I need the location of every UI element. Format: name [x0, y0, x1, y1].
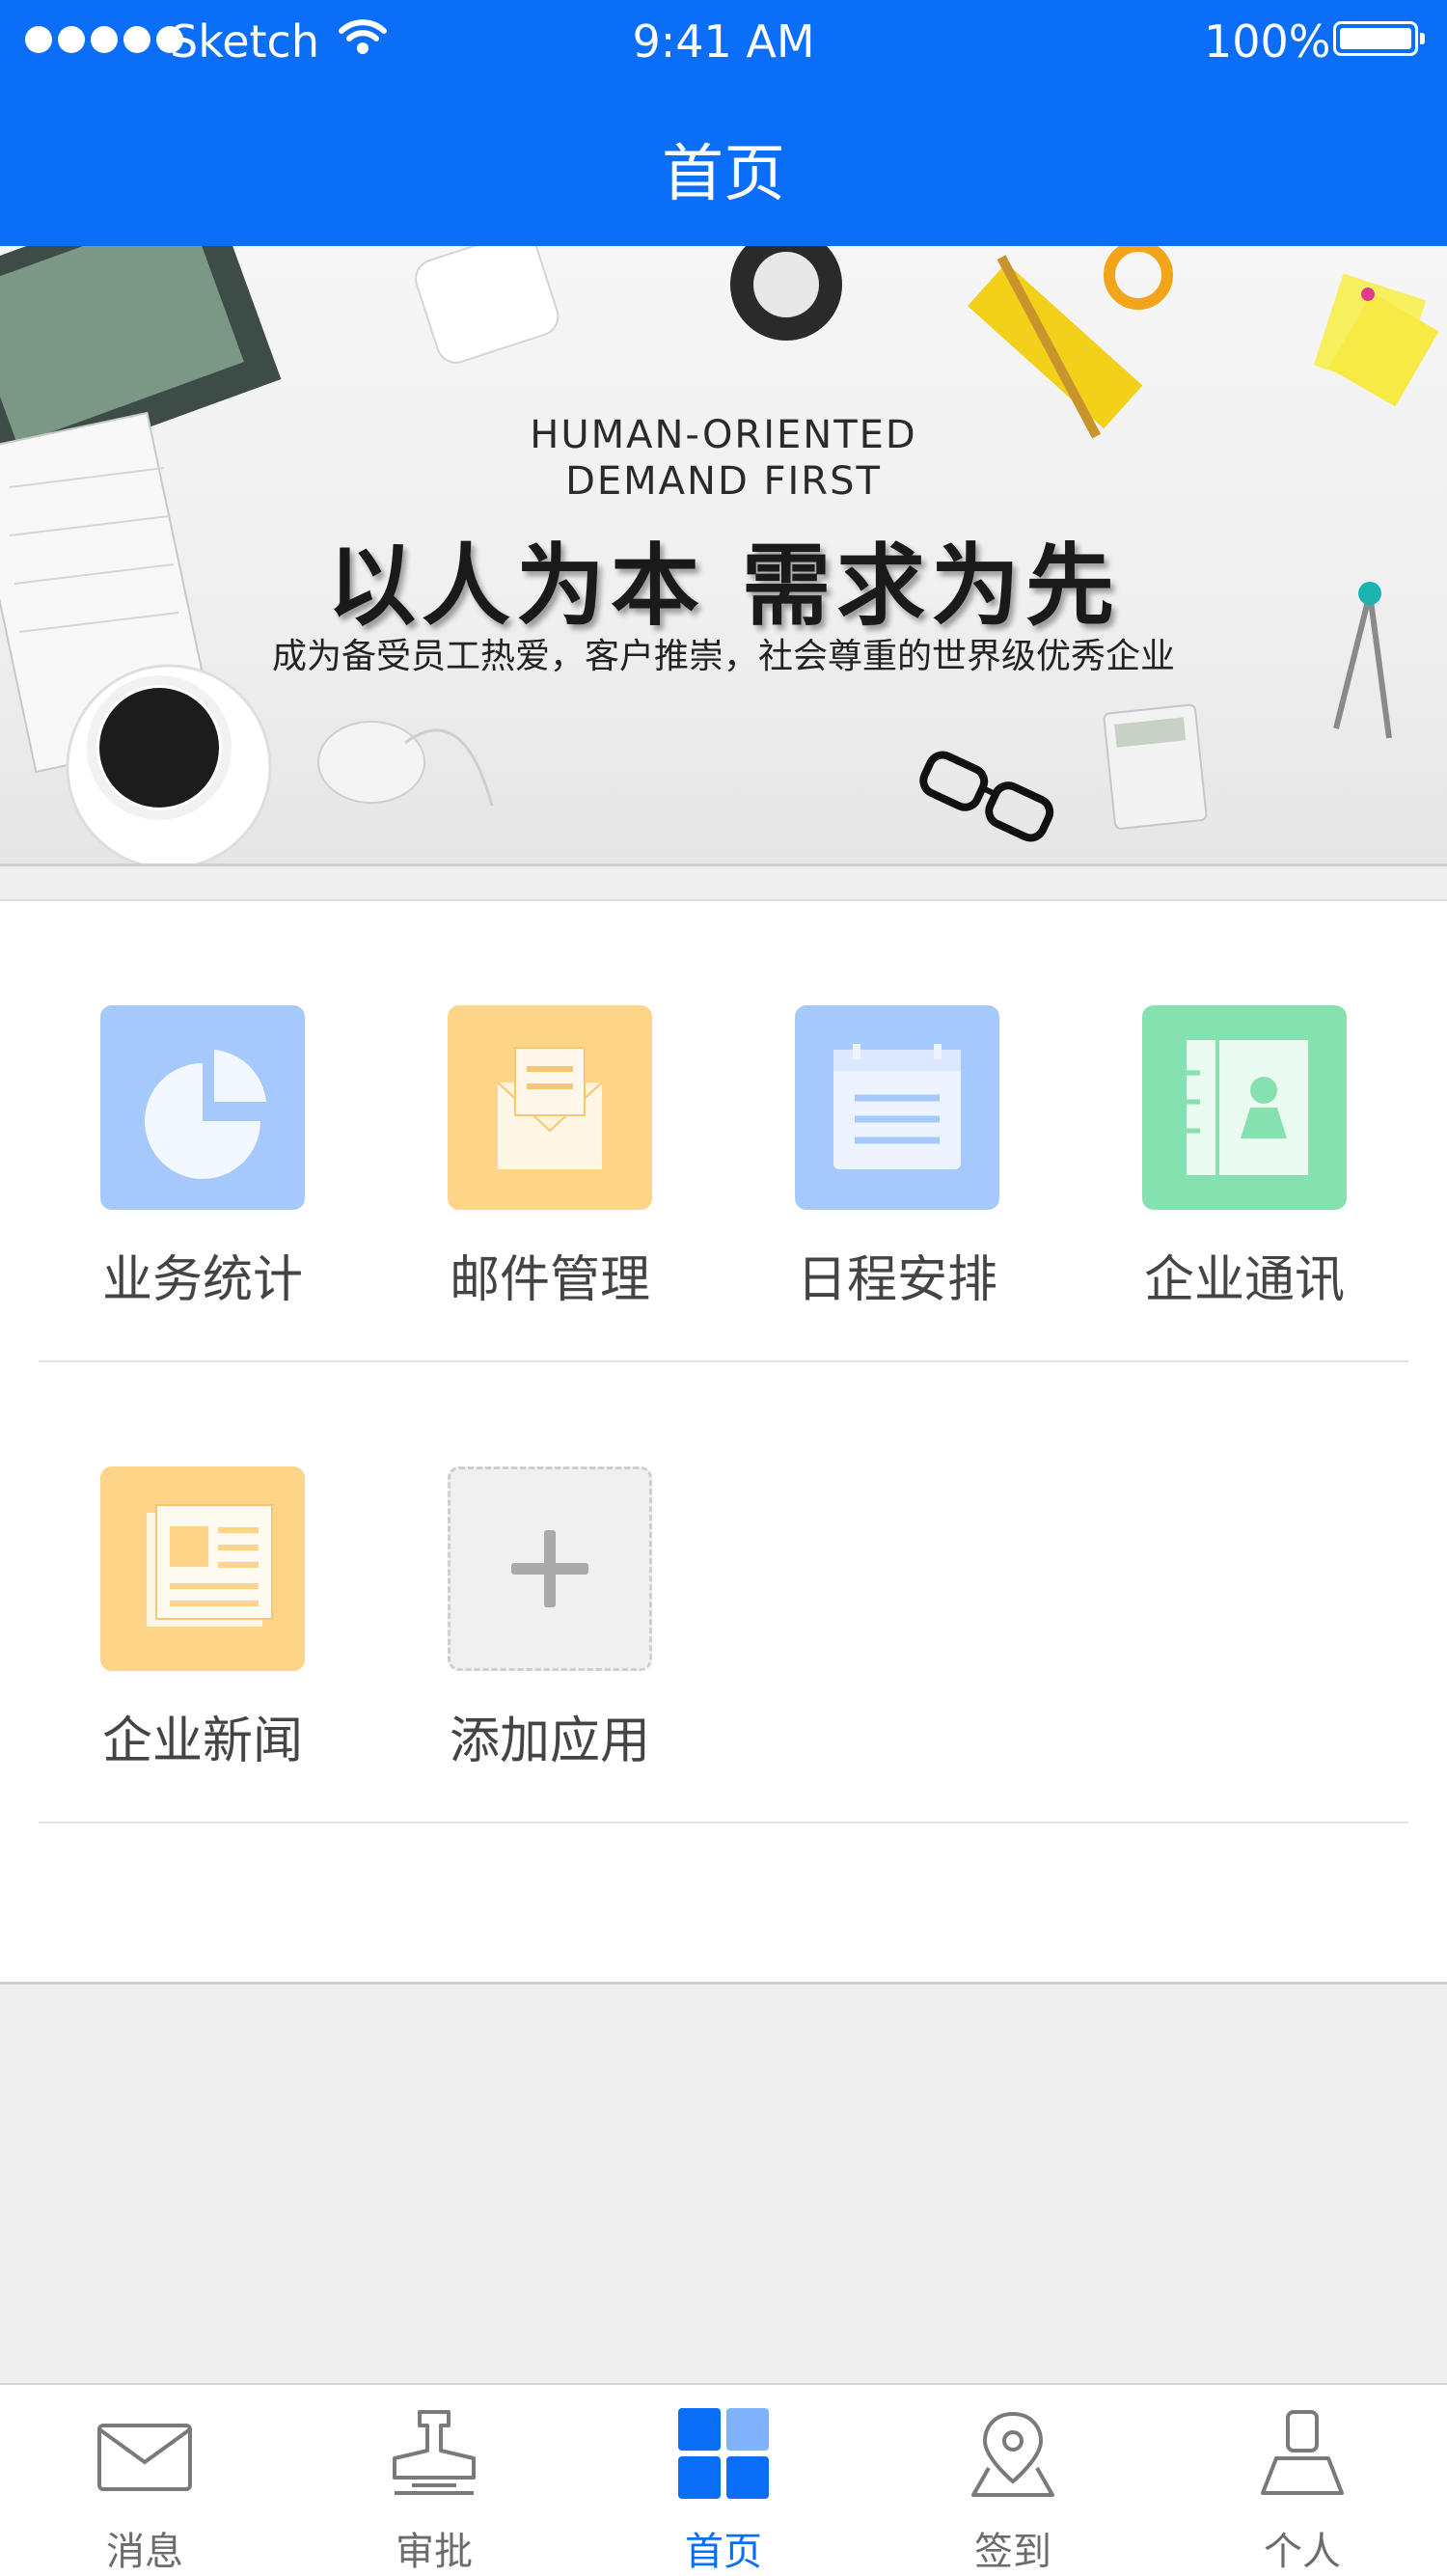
tab-bar: 消息 审批 首页 签到 个人: [0, 2383, 1447, 2576]
app-label: 企业通讯: [1143, 1251, 1345, 1309]
banner-slogan: 以人为本 需求为先: [326, 534, 1121, 638]
tab-profile[interactable]: 个人: [1158, 2404, 1447, 2576]
contacts-book-icon: [1142, 1005, 1347, 1210]
newspaper-icon: [100, 1466, 305, 1671]
section-spacer: [0, 866, 1447, 901]
banner-english-line1: HUMAN-ORIENTED: [530, 413, 917, 457]
app-label: 日程安排: [796, 1251, 997, 1309]
app-label: 添加应用: [449, 1713, 650, 1770]
tab-label: 首页: [685, 2530, 762, 2574]
grid-home-icon: [670, 2404, 777, 2510]
tab-approval[interactable]: 审批: [289, 2404, 579, 2576]
grid-row-divider: [39, 1822, 1408, 1823]
page-title: 首页: [662, 139, 785, 210]
pie-chart-icon: [100, 1005, 305, 1210]
envelope-outline-icon: [92, 2404, 198, 2510]
banner-english-line2: DEMAND FIRST: [565, 459, 882, 504]
app-add-application[interactable]: 添加应用: [405, 1466, 695, 1772]
tab-messages[interactable]: 消息: [0, 2404, 289, 2576]
tab-check-in[interactable]: 签到: [868, 2404, 1158, 2576]
stamp-icon: [381, 2404, 487, 2510]
tab-label: 审批: [396, 2530, 473, 2574]
promo-banner[interactable]: HUMAN-ORIENTED DEMAND FIRST 以人为本 需求为先 成为…: [0, 246, 1447, 866]
person-icon: [1249, 2404, 1355, 2510]
tab-label: 签到: [974, 2530, 1051, 2574]
navigation-bar: 首页: [0, 82, 1447, 246]
app-label: 业务统计: [101, 1251, 303, 1309]
tab-label: 消息: [106, 2530, 183, 2574]
app-label: 企业新闻: [101, 1713, 303, 1770]
battery-percentage: 100%: [1204, 15, 1331, 68]
calendar-icon: [795, 1005, 999, 1210]
app-company-news[interactable]: 企业新闻: [58, 1466, 347, 1772]
app-label: 邮件管理: [449, 1251, 650, 1309]
app-company-contacts[interactable]: 企业通讯: [1100, 1005, 1389, 1311]
envelope-icon: [448, 1005, 652, 1210]
app-schedule[interactable]: 日程安排: [752, 1005, 1042, 1311]
location-pin-icon: [960, 2404, 1066, 2510]
app-grid: 业务统计 邮件管理 日程安排 企业通讯 企业新闻 添加应用: [0, 901, 1447, 1985]
app-business-stats[interactable]: 业务统计: [58, 1005, 347, 1311]
status-bar: Sketch 9:41 AM 100%: [0, 0, 1447, 82]
plus-icon: [448, 1466, 652, 1671]
banner-subtitle: 成为备受员工热爱，客户推崇，社会尊重的世界级优秀企业: [271, 637, 1175, 676]
battery-icon: [1333, 21, 1425, 56]
grid-row-divider: [39, 1360, 1408, 1362]
tab-label: 个人: [1264, 2530, 1341, 2574]
app-mail-management[interactable]: 邮件管理: [405, 1005, 695, 1311]
tab-home[interactable]: 首页: [579, 2404, 868, 2576]
